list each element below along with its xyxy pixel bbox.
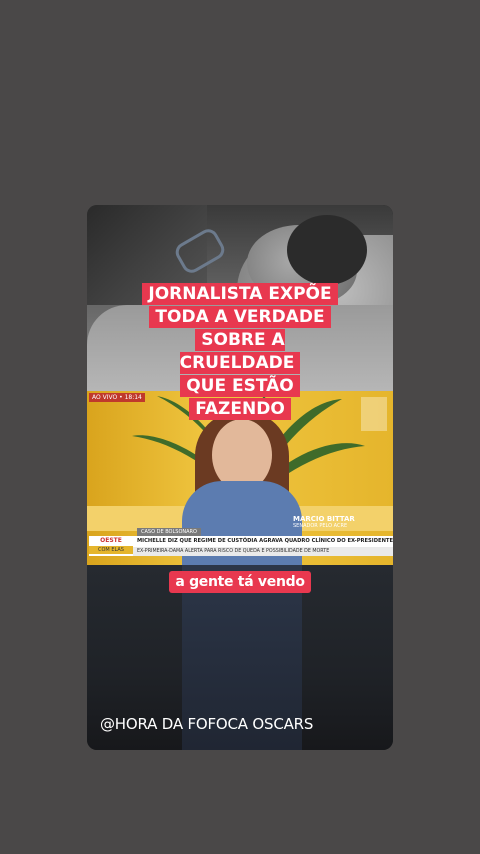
program-logo-top: OESTE <box>100 537 122 544</box>
patient-hair <box>287 215 367 285</box>
headline-line-4: QUE ESTÃO <box>180 375 300 397</box>
news-lower-third: CASO DE BOLSONARO OESTE COM ELAS MICHELL… <box>87 528 393 565</box>
topic-tag: CASO DE BOLSONARO <box>137 528 201 536</box>
guest-name-tag: MARCIO BITTAR SENADOR PELO ACRE <box>293 515 355 529</box>
account-handle: @HORA DA FOFOCA OSCARS <box>100 715 314 733</box>
guest-name: MARCIO BITTAR <box>293 515 355 523</box>
news-subheadline: EX-PRIMEIRA-DAMA ALERTA PARA RISCO DE QU… <box>133 547 393 556</box>
story-viewer: JORNALISTA EXPÕE TODA A VERDADE SOBRE A … <box>0 0 480 854</box>
headline-line-5: FAZENDO <box>189 398 291 420</box>
caption-sticker: a gente tá vendo <box>87 571 393 593</box>
program-logo: OESTE COM ELAS <box>89 536 133 556</box>
news-headline: MICHELLE DIZ QUE REGIME DE CUSTÓDIA AGRA… <box>133 536 393 547</box>
caption-text: a gente tá vendo <box>169 571 311 593</box>
headline-line-2: TODA A VERDADE <box>149 306 331 328</box>
program-logo-bottom: COM ELAS <box>89 546 133 554</box>
live-badge: AO VIVO • 18:14 <box>89 393 145 402</box>
channel-corner-logo <box>361 397 387 431</box>
story-card[interactable]: JORNALISTA EXPÕE TODA A VERDADE SOBRE A … <box>87 205 393 750</box>
headline-line-3: SOBRE A CRUELDADE <box>179 329 301 374</box>
headline-line-1: JORNALISTA EXPÕE <box>142 283 338 305</box>
headline-text: JORNALISTA EXPÕE TODA A VERDADE SOBRE A … <box>139 283 341 421</box>
